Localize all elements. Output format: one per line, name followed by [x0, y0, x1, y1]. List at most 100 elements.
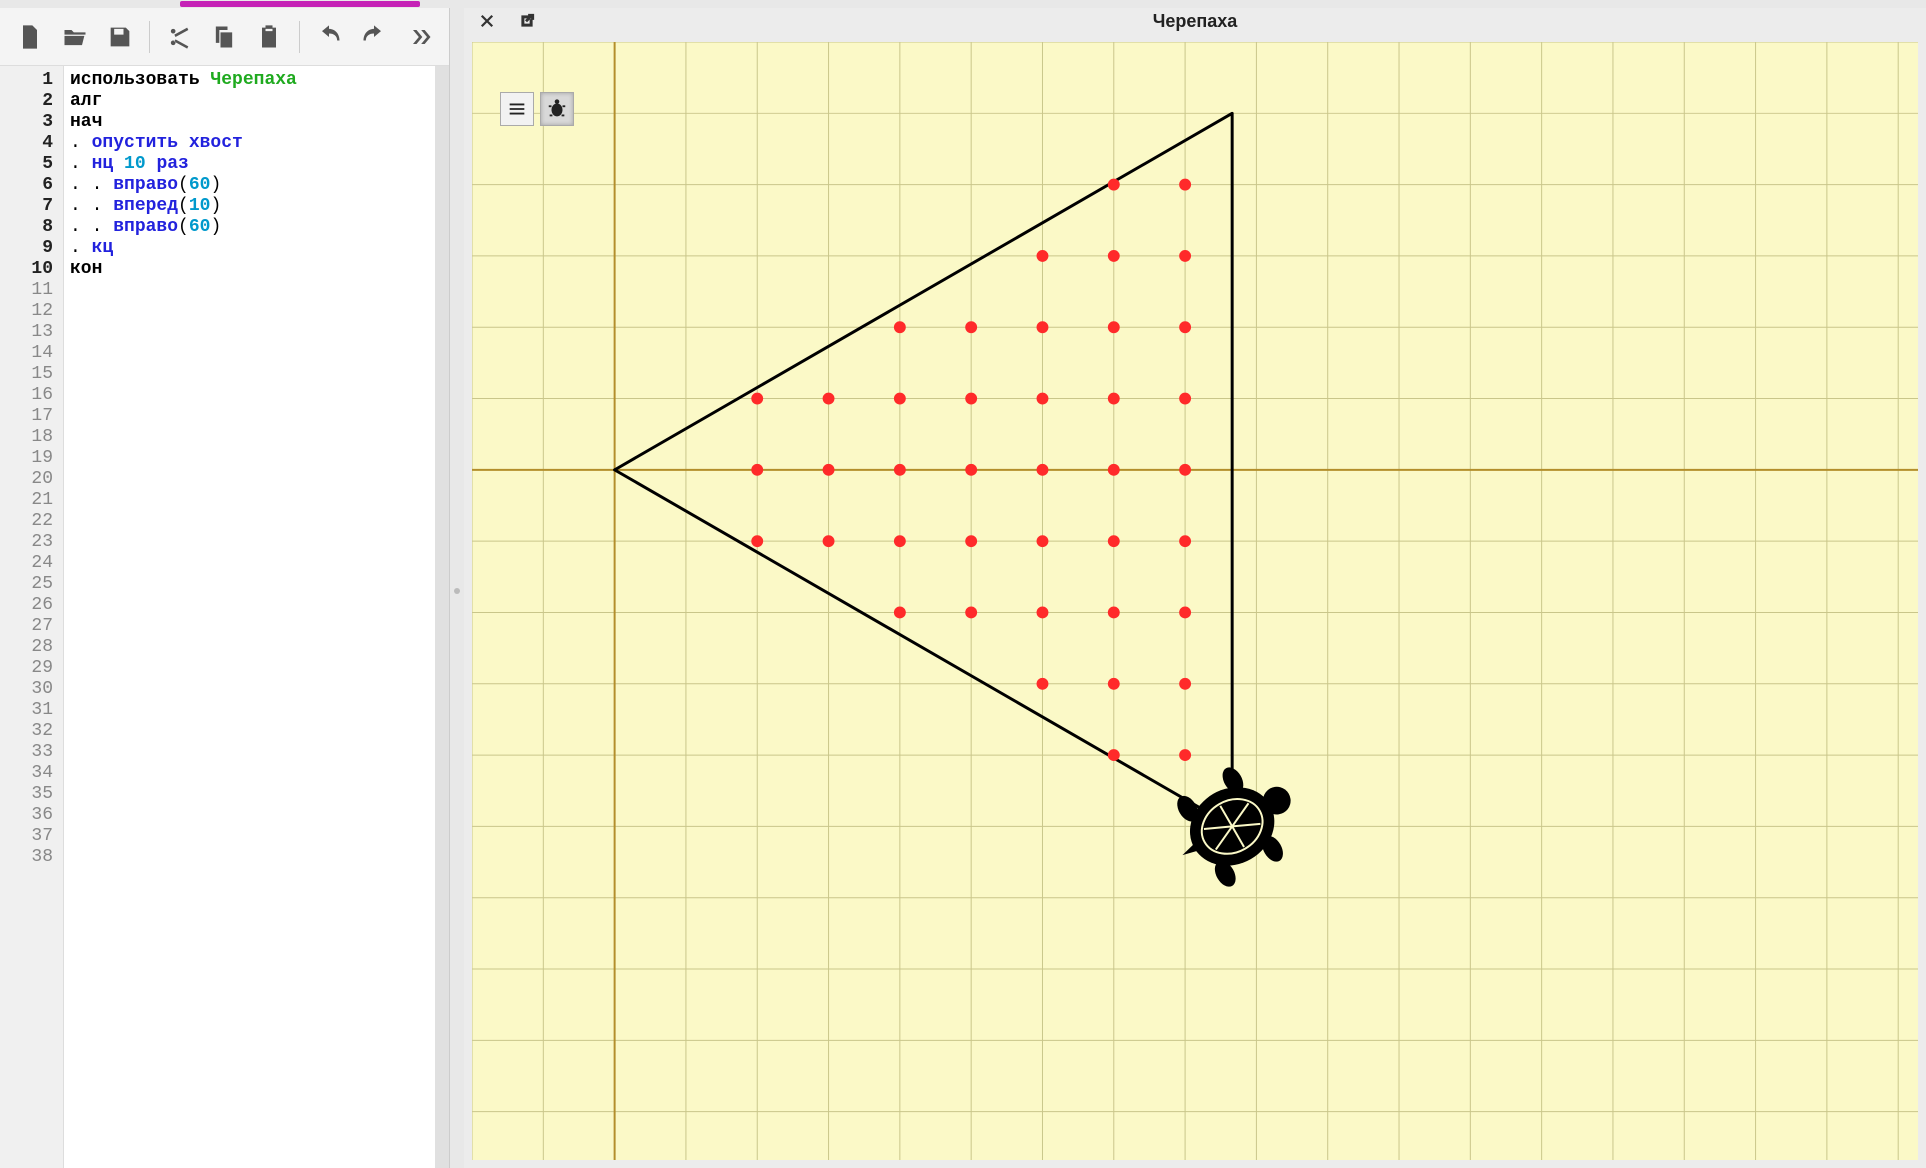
undo-icon [315, 23, 343, 51]
code-line: . кц [70, 238, 429, 259]
line-number: 10 [4, 259, 53, 280]
grid-dot [965, 393, 977, 405]
canvas-menu-button[interactable] [500, 92, 534, 126]
grid-dot [751, 464, 763, 476]
canvas-field [472, 42, 1918, 1160]
grid-dot [894, 393, 906, 405]
grid-dot [1179, 535, 1191, 547]
line-number: 38 [4, 847, 53, 868]
turtle-canvas[interactable] [472, 42, 1918, 1160]
popout-icon [518, 12, 536, 30]
line-number: 30 [4, 679, 53, 700]
line-number: 33 [4, 742, 53, 763]
code-editor[interactable]: 1234567891011121314151617181920212223242… [0, 66, 449, 1168]
line-gutter: 1234567891011121314151617181920212223242… [0, 66, 64, 1168]
code-line: нач [70, 112, 429, 133]
line-number: 26 [4, 595, 53, 616]
line-number: 12 [4, 301, 53, 322]
grid-dot [894, 321, 906, 333]
line-number: 2 [4, 91, 53, 112]
hamburger-icon [506, 98, 528, 120]
line-number: 9 [4, 238, 53, 259]
line-number: 13 [4, 322, 53, 343]
grid-dot [1179, 250, 1191, 262]
line-number: 22 [4, 511, 53, 532]
grid-dot [965, 607, 977, 619]
left-pane: 1234567891011121314151617181920212223242… [0, 8, 450, 1168]
grid-dot [894, 607, 906, 619]
cut-button[interactable] [160, 17, 199, 57]
line-number: 17 [4, 406, 53, 427]
grid-dot [965, 464, 977, 476]
more-button[interactable] [400, 17, 439, 57]
code-line: . опустить хвост [70, 133, 429, 154]
code-line: кон [70, 259, 429, 280]
line-number: 19 [4, 448, 53, 469]
toolbar-separator [149, 21, 150, 53]
line-number: 8 [4, 217, 53, 238]
chevrons-right-icon [406, 23, 434, 51]
vertical-splitter[interactable] [450, 8, 464, 1168]
turtle-small-icon [546, 98, 568, 120]
canvas-wrap [464, 34, 1926, 1168]
line-number: 4 [4, 133, 53, 154]
save-file-button[interactable] [100, 17, 139, 57]
line-number: 29 [4, 658, 53, 679]
grid-dot [1037, 393, 1049, 405]
code-line: . . вперед(10) [70, 196, 429, 217]
open-file-button[interactable] [55, 17, 94, 57]
grid-dot [1179, 393, 1191, 405]
code-line: алг [70, 91, 429, 112]
line-number: 7 [4, 196, 53, 217]
grid-dot [1108, 535, 1120, 547]
grid-dot [823, 393, 835, 405]
line-number: 20 [4, 469, 53, 490]
grid-dot [1108, 678, 1120, 690]
line-number: 25 [4, 574, 53, 595]
code-area[interactable]: использовать Черепахаалгнач. опустить хв… [64, 66, 435, 1168]
accent-bar [180, 1, 420, 7]
copy-button[interactable] [205, 17, 244, 57]
grid-dot [1037, 321, 1049, 333]
grid-dot [965, 535, 977, 547]
line-number: 5 [4, 154, 53, 175]
grid-dot [894, 535, 906, 547]
line-number: 15 [4, 364, 53, 385]
turtle-sprite [1156, 747, 1316, 901]
close-view-button[interactable] [474, 10, 500, 32]
grid-dot [1108, 464, 1120, 476]
line-number: 32 [4, 721, 53, 742]
splitter-grip-icon [454, 588, 460, 594]
editor-scrollbar[interactable] [435, 66, 449, 1168]
line-number: 11 [4, 280, 53, 301]
grid-dot [1179, 464, 1191, 476]
canvas-header: Черепаха [464, 8, 1926, 34]
grid-dot [1108, 179, 1120, 191]
grid-dot [965, 321, 977, 333]
grid-dot [823, 464, 835, 476]
line-number: 37 [4, 826, 53, 847]
paste-button[interactable] [250, 17, 289, 57]
grid-dot [1179, 321, 1191, 333]
redo-button[interactable] [355, 17, 394, 57]
canvas-turtle-button[interactable] [540, 92, 574, 126]
editor-toolbar [0, 8, 449, 66]
right-pane: Черепаха [464, 8, 1926, 1168]
grid-dot [1037, 607, 1049, 619]
popout-view-button[interactable] [514, 10, 540, 32]
toolbar-separator [299, 21, 300, 53]
line-number: 34 [4, 763, 53, 784]
grid-dot [1108, 607, 1120, 619]
folder-open-icon [61, 23, 89, 51]
grid-dot [1179, 179, 1191, 191]
main-split: 1234567891011121314151617181920212223242… [0, 8, 1926, 1168]
grid-dot [1179, 607, 1191, 619]
new-file-button[interactable] [10, 17, 49, 57]
grid-dot [894, 464, 906, 476]
grid-dot [823, 535, 835, 547]
line-number: 3 [4, 112, 53, 133]
code-line: использовать Черепаха [70, 70, 429, 91]
line-number: 21 [4, 490, 53, 511]
line-number: 1 [4, 70, 53, 91]
undo-button[interactable] [310, 17, 349, 57]
